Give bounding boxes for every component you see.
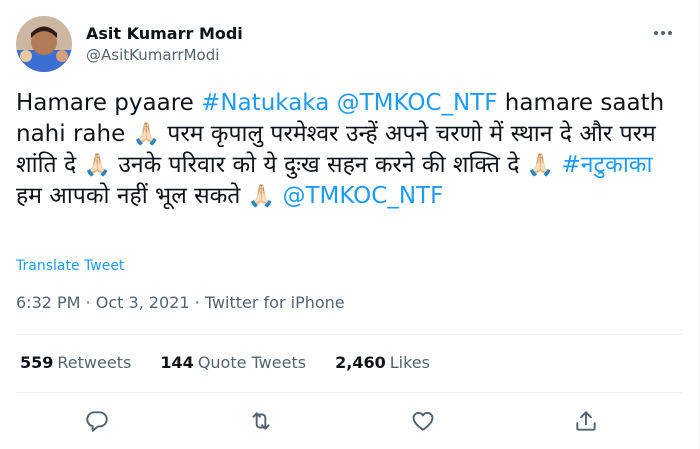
tweet-source[interactable]: Twitter for iPhone xyxy=(205,293,345,312)
user-handle[interactable]: @AsitKumarrModi xyxy=(86,44,243,66)
quote-tweets-label: Quote Tweets xyxy=(197,353,307,372)
author-names: Asit Kumarr Modi @AsitKumarrModi xyxy=(86,24,243,66)
tweet-text-segment: उनके परिवार को ये दुःख सहन करने की शक्ति… xyxy=(110,152,527,178)
tweet-actions xyxy=(0,400,700,440)
tweet-header: Asit Kumarr Modi @AsitKumarrModi xyxy=(16,16,683,74)
share-icon[interactable] xyxy=(573,408,599,434)
likes-stat[interactable]: 2,460 Likes xyxy=(335,353,430,372)
translate-tweet-link[interactable]: Translate Tweet xyxy=(16,258,124,274)
folded-hands-emoji: 🙏🏻 xyxy=(247,184,276,209)
folded-hands-emoji: 🙏🏻 xyxy=(526,153,555,178)
folded-hands-emoji: 🙏🏻 xyxy=(132,122,160,147)
like-icon[interactable] xyxy=(410,408,436,434)
tweet-card: Asit Kumarr Modi @AsitKumarrModi Hamare … xyxy=(0,0,700,449)
retweets-stat[interactable]: 559 Retweets xyxy=(20,353,131,372)
tweet-meta: 6:32 PM · Oct 3, 2021 · Twitter for iPho… xyxy=(16,293,345,312)
avatar[interactable] xyxy=(16,16,72,72)
meta-separator: · xyxy=(189,293,205,312)
tweet-date[interactable]: Oct 3, 2021 xyxy=(96,293,190,312)
likes-label: Likes xyxy=(389,353,430,372)
tweet-text-segment: हम आपको नहीं भूल सकते xyxy=(16,183,248,209)
folded-hands-emoji: 🙏🏻 xyxy=(83,153,111,178)
mention-link[interactable]: @TMKOC_NTF xyxy=(282,183,443,209)
tweet-stats: 559 Retweets 144 Quote Tweets 2,460 Likes xyxy=(20,353,454,372)
display-name[interactable]: Asit Kumarr Modi xyxy=(86,24,243,44)
more-horizontal-icon[interactable] xyxy=(651,26,675,38)
reply-icon[interactable] xyxy=(84,408,110,434)
divider xyxy=(16,334,683,335)
retweets-count: 559 xyxy=(20,353,54,372)
tweet-text: Hamare pyaare #Natukaka @TMKOC_NTF hamar… xyxy=(16,88,676,212)
hashtag-link[interactable]: #नटुकाका xyxy=(562,152,653,178)
tweet-text-segment xyxy=(329,90,336,116)
retweets-label: Retweets xyxy=(57,353,132,372)
likes-count: 2,460 xyxy=(335,353,386,372)
tweet-time[interactable]: 6:32 PM xyxy=(16,293,80,312)
mention-link[interactable]: @TMKOC_NTF xyxy=(337,90,498,116)
quote-tweets-stat[interactable]: 144 Quote Tweets xyxy=(160,353,306,372)
divider xyxy=(16,392,683,393)
tweet-text-segment: Hamare pyaare xyxy=(16,90,202,116)
quote-tweets-count: 144 xyxy=(160,353,194,372)
hashtag-link[interactable]: #Natukaka xyxy=(201,90,329,116)
tweet-text-segment xyxy=(554,152,561,178)
meta-separator: · xyxy=(80,293,96,312)
retweet-icon[interactable] xyxy=(248,408,274,434)
